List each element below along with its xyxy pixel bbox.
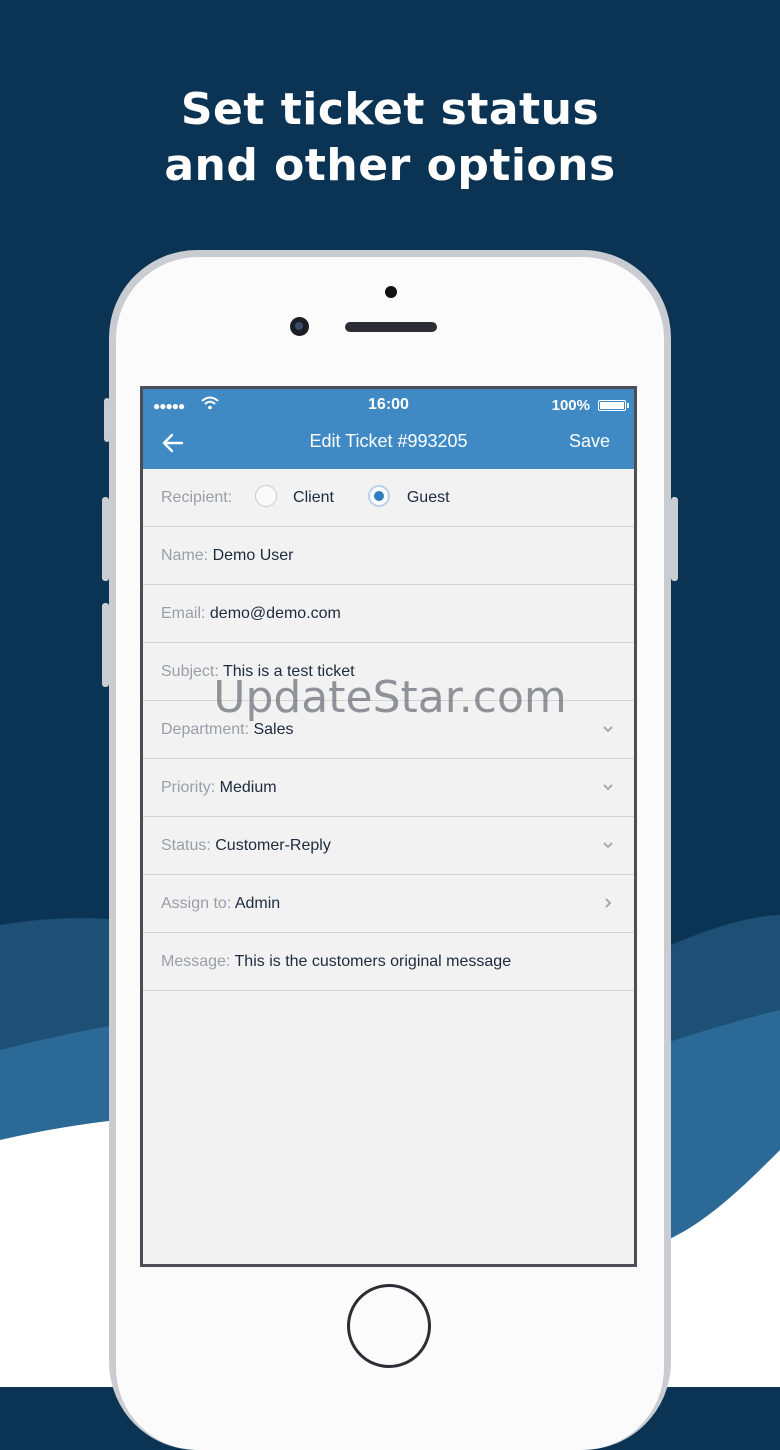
department-label: Department:	[161, 721, 254, 738]
message-value: This is the customers original message	[234, 953, 512, 970]
chevron-right-icon	[605, 898, 612, 908]
proximity-sensor	[385, 286, 397, 298]
guest-label: Guest	[406, 489, 450, 506]
priority-row[interactable]: Priority: Medium	[143, 759, 634, 817]
home-button[interactable]	[347, 1284, 431, 1368]
chevron-down-icon	[603, 726, 613, 733]
mute-switch	[104, 398, 110, 442]
status-value: Customer-Reply	[215, 837, 331, 854]
app-screen: ●●●●● 16:00 100% Edit Ticket #993205 Sav…	[140, 386, 637, 1267]
headline-line-1: Set ticket status	[180, 84, 600, 135]
page-title: Edit Ticket #993205	[309, 431, 468, 451]
priority-value: Medium	[219, 779, 277, 796]
power-button	[671, 497, 678, 581]
ticket-form: Recipient: Client Guest Name: Demo User …	[143, 469, 634, 991]
earpiece-speaker	[345, 322, 437, 332]
subject-row[interactable]: Subject: This is a test ticket	[143, 643, 634, 701]
headline: Set ticket status and other options	[0, 82, 780, 194]
subject-value: This is a test ticket	[222, 663, 355, 680]
headline-line-2: and other options	[164, 140, 616, 191]
save-button[interactable]: Save	[569, 431, 610, 452]
volume-up-button	[102, 497, 109, 581]
assign-row[interactable]: Assign to: Admin	[143, 875, 634, 933]
client-radio[interactable]	[254, 485, 277, 508]
status-bar: ●●●●● 16:00 100%	[143, 395, 634, 417]
name-row[interactable]: Name: Demo User	[143, 527, 634, 585]
navigation-bar: Edit Ticket #993205 Save	[143, 427, 634, 461]
recipient-option-client[interactable]: Client	[254, 469, 334, 526]
department-row[interactable]: Department: Sales	[143, 701, 634, 759]
email-row[interactable]: Email: demo@demo.com	[143, 585, 634, 643]
message-row[interactable]: Message: This is the customers original …	[143, 933, 634, 991]
name-label: Name:	[161, 547, 213, 564]
subject-label: Subject:	[161, 663, 223, 680]
top-bar: ●●●●● 16:00 100% Edit Ticket #993205 Sav…	[143, 389, 634, 469]
recipient-row: Recipient: Client Guest	[143, 469, 634, 527]
department-value: Sales	[253, 721, 294, 738]
battery-icon	[598, 400, 629, 411]
battery-percent: 100%	[551, 397, 590, 414]
guest-radio[interactable]	[368, 485, 391, 508]
client-label: Client	[293, 489, 334, 506]
assign-label: Assign to:	[161, 895, 235, 912]
chevron-down-icon	[603, 842, 613, 849]
email-value: demo@demo.com	[209, 605, 341, 622]
email-label: Email:	[161, 605, 210, 622]
priority-label: Priority:	[161, 779, 220, 796]
assign-value: Admin	[234, 895, 281, 912]
front-camera	[290, 317, 309, 336]
status-label: Status:	[161, 837, 216, 854]
chevron-down-icon	[603, 784, 613, 791]
recipient-option-guest[interactable]: Guest	[368, 469, 450, 526]
message-label: Message:	[161, 953, 235, 970]
status-row[interactable]: Status: Customer-Reply	[143, 817, 634, 875]
volume-down-button	[102, 603, 109, 687]
recipient-label: Recipient:	[161, 489, 237, 506]
name-value: Demo User	[212, 547, 294, 564]
